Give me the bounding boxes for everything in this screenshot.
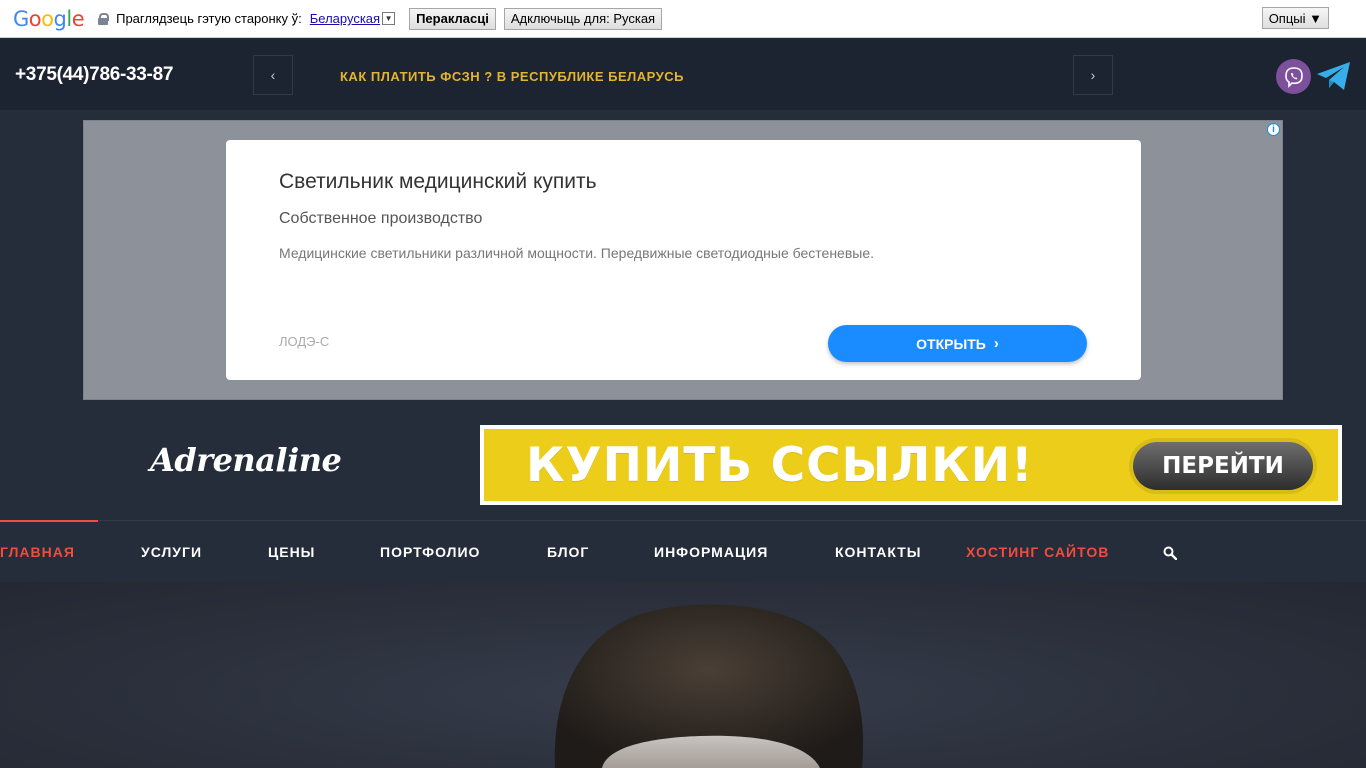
ad-container: i Светильник медицинский купить Собствен… — [83, 120, 1283, 400]
ad-open-button[interactable]: ОТКРЫТЬ › — [828, 325, 1087, 362]
ad-card[interactable]: Светильник медицинский купить Собственно… — [226, 140, 1141, 380]
google-logo: Google — [13, 6, 85, 31]
banner-text: КУПИТЬ ССЫЛКИ! — [526, 438, 1034, 493]
nav-item-prices[interactable]: ЦЕНЫ — [268, 544, 315, 560]
site-logo[interactable]: Adrenaline — [150, 441, 342, 479]
ad-brand: ЛОДЭ-С — [279, 334, 330, 349]
phone-number[interactable]: +375(44)786-33-87 — [15, 64, 173, 86]
news-ticker-link[interactable]: КАК ПЛАТИТЬ ФСЗН ? В РЕСПУБЛИКЕ БЕЛАРУСЬ — [340, 69, 684, 84]
language-select[interactable]: Беларуская — [310, 11, 380, 26]
top-info-bar: +375(44)786-33-87 ‹ КАК ПЛАТИТЬ ФСЗН ? В… — [0, 39, 1366, 110]
nav-item-contacts[interactable]: КОНТАКТЫ — [835, 544, 921, 560]
ad-open-label: ОТКРЫТЬ — [916, 335, 986, 352]
translate-prompt: Праглядзець гэтую старонку ў: — [116, 11, 302, 26]
banner-go-button[interactable]: ПЕРЕЙТИ — [1133, 442, 1313, 490]
disable-translation-button[interactable]: Адключыць для: Руская — [503, 7, 663, 30]
nav-item-portfolio[interactable]: ПОРТФОЛИО — [380, 544, 480, 560]
ticker-prev-button[interactable]: ‹ — [253, 55, 293, 95]
nav-item-info[interactable]: ИНФОРМАЦИЯ — [654, 544, 768, 560]
search-icon[interactable] — [1163, 546, 1178, 561]
nav-item-home[interactable]: ГЛАВНАЯ — [0, 544, 75, 560]
translate-bar: Google Праглядзець гэтую старонку ў: Бел… — [0, 0, 1366, 38]
ad-title[interactable]: Светильник медицинский купить — [279, 170, 597, 194]
dropdown-arrow-icon[interactable]: ▼ — [382, 12, 396, 25]
nav-item-hosting[interactable]: ХОСТИНГ САЙТОВ — [966, 544, 1109, 560]
nav-item-services[interactable]: УСЛУГИ — [141, 544, 202, 560]
banner-body: КУПИТЬ ССЫЛКИ! ПЕРЕЙТИ — [484, 429, 1338, 501]
active-indicator — [0, 520, 98, 522]
options-button[interactable]: Опцыі ▼ — [1261, 7, 1329, 29]
buy-links-banner[interactable]: КУПИТЬ ССЫЛКИ! ПЕРЕЙТИ — [480, 425, 1342, 505]
ticker-next-button[interactable]: › — [1073, 55, 1113, 95]
ad-subtitle: Собственное производство — [279, 210, 483, 227]
hero-portrait-image — [554, 604, 864, 768]
nav-item-blog[interactable]: БЛОГ — [547, 544, 589, 560]
main-navigation: ГЛАВНАЯ УСЛУГИ ЦЕНЫ ПОРТФОЛИО БЛОГ ИНФОР… — [0, 520, 1366, 582]
telegram-icon[interactable] — [1316, 60, 1352, 92]
translate-button[interactable]: Перакласці — [409, 7, 496, 30]
lock-icon — [98, 12, 110, 25]
viber-icon[interactable] — [1276, 59, 1311, 94]
ad-info-icon[interactable]: i — [1267, 123, 1280, 136]
chevron-right-icon: › — [993, 335, 999, 352]
hero-image — [0, 582, 1366, 768]
ad-description: Медицинские светильники различной мощнос… — [279, 245, 875, 261]
